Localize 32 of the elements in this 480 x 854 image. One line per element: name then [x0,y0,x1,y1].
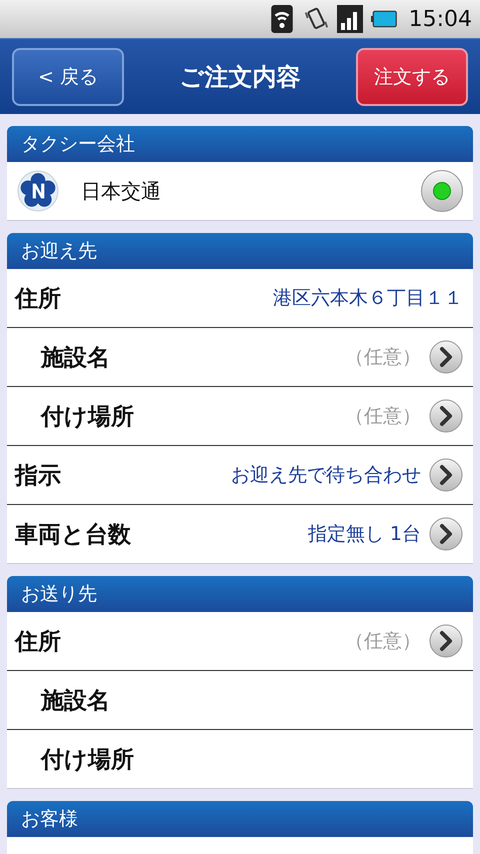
chevron-right-icon[interactable] [429,340,463,374]
row-label: 指示 [15,462,62,490]
order-button[interactable]: 注文する [356,48,468,106]
wifi-icon [268,5,295,33]
section-header: お迎え先 [7,233,473,269]
section-header: お客様 [7,801,473,837]
chevron-right-icon[interactable] [429,517,463,551]
radio-button[interactable] [421,170,463,212]
flower-logo-icon [17,170,59,212]
row-label: 施設名 [41,344,111,372]
row-value: 港区六本木６丁目１１ [273,286,463,311]
section-header: お送り先 [7,576,473,612]
row-label: 付け場所 [41,746,135,774]
row-value: （任意） [345,345,421,370]
row-label: 住所 [15,628,62,656]
row-label: 付け場所 [41,402,135,432]
row-value: （任意） [345,404,421,429]
chevron-right-icon[interactable] [429,399,463,433]
row-value: 指定無し 1台 [308,522,421,547]
clock-time: 15:04 [408,6,472,32]
row-label: 施設名 [41,686,111,716]
chevron-right-icon[interactable] [429,458,463,492]
chevron-right-icon[interactable] [429,624,463,658]
company-name: 日本交通 [81,178,162,204]
row-value: （任意） [345,629,421,654]
page-title: ご注文内容 [180,62,300,92]
row-label: 住所 [15,284,62,314]
row-label: 車両と台数 [15,520,132,550]
section-header: タクシー会社 [7,126,473,162]
row-value: お迎え先で待ち合わせ [231,463,421,488]
back-button[interactable]: < 戻る [12,48,124,106]
signal-icon [336,5,363,33]
